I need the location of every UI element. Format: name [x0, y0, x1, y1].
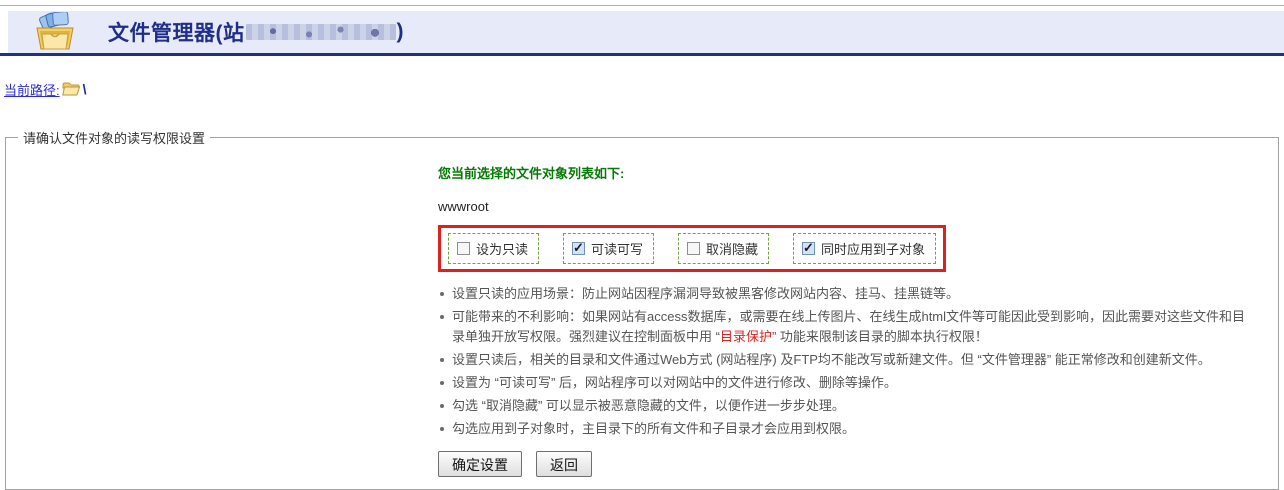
note-text: 勾选 “取消隐藏” 可以显示被恶意隐藏的文件，以便作进一步步处理。: [452, 398, 845, 413]
permission-panel: 请确认文件对象的读写权限设置 您当前选择的文件对象列表如下: wwwroot 设…: [5, 128, 1279, 490]
page-title-prefix: 文件管理器(站: [108, 17, 245, 47]
panel-legend: 请确认文件对象的读写权限设置: [18, 128, 210, 147]
page-title: 文件管理器(站 ): [108, 17, 404, 47]
button-row: 确定设置 返回: [438, 451, 1268, 477]
readwrite-checkbox[interactable]: [572, 242, 585, 255]
selected-object-name: wwwroot: [438, 199, 1268, 214]
readonly-label: 设为只读: [476, 239, 528, 258]
selected-objects-heading: 您当前选择的文件对象列表如下:: [438, 163, 1268, 182]
permission-options-box: 设为只读 可读可写 取消隐藏 同时应用到子对象: [438, 225, 946, 272]
permission-option-readonly: 设为只读: [448, 233, 539, 264]
readwrite-label: 可读可写: [591, 239, 643, 258]
site-id-redacted-block: [246, 24, 396, 40]
header-bar: 文件管理器(站 ): [0, 11, 1284, 56]
note-text: 设置只读后，相关的目录和文件通过Web方式 (网站程序) 及FTP均不能改写或新…: [452, 352, 1211, 367]
current-path-label: 当前路径:: [4, 80, 60, 99]
confirm-settings-button[interactable]: 确定设置: [438, 451, 522, 477]
note-item: 可能带来的不利影响：如果网站有access数据库，或需要在线上传图片、在线生成h…: [438, 307, 1253, 347]
current-path-value[interactable]: \: [83, 81, 87, 97]
permission-option-readwrite: 可读可写: [563, 233, 654, 264]
unhide-checkbox[interactable]: [687, 242, 700, 255]
note-text: 设置为 “可读可写” 后，网站程序可以对网站中的文件进行修改、删除等操作。: [452, 375, 897, 390]
note-text: 设置只读的应用场景：防止网站因程序漏洞导致被黑客修改网站内容、挂马、挂黑链等。: [452, 286, 959, 301]
permission-option-apply-children: 同时应用到子对象: [793, 233, 936, 264]
page-title-suffix: ): [397, 20, 405, 44]
page: { "header": { "title_prefix": "文件管理器(站",…: [0, 0, 1284, 445]
unhide-label: 取消隐藏: [706, 239, 758, 258]
note-item: 勾选应用到子对象时，主目录下的所有文件和子目录才会应用到权限。: [438, 419, 1253, 439]
note-item: 设置只读的应用场景：防止网站因程序漏洞导致被黑客修改网站内容、挂马、挂黑链等。: [438, 284, 1253, 304]
notes-list: 设置只读的应用场景：防止网站因程序漏洞导致被黑客修改网站内容、挂马、挂黑链等。 …: [438, 284, 1253, 439]
open-folder-icon[interactable]: [62, 82, 80, 96]
header-inner: 文件管理器(站 ): [8, 11, 1284, 53]
directory-protection-highlight: 目录保护: [720, 329, 772, 344]
readonly-checkbox[interactable]: [457, 242, 470, 255]
note-item: 设置为 “可读可写” 后，网站程序可以对网站中的文件进行修改、删除等操作。: [438, 373, 1253, 393]
back-button[interactable]: 返回: [536, 451, 592, 477]
panel-content: 您当前选择的文件对象列表如下: wwwroot 设为只读 可读可写 取消隐藏 同…: [438, 163, 1268, 477]
note-text: 勾选应用到子对象时，主目录下的所有文件和子目录才会应用到权限。: [452, 421, 855, 436]
note-item: 设置只读后，相关的目录和文件通过Web方式 (网站程序) 及FTP均不能改写或新…: [438, 350, 1253, 370]
apply-children-checkbox[interactable]: [802, 242, 815, 255]
current-path-bar: 当前路径: \: [4, 80, 1284, 98]
permission-option-unhide: 取消隐藏: [678, 233, 769, 264]
file-manager-box-icon: [32, 12, 78, 52]
note-text: ” 功能来限制该目录的脚本执行权限！: [772, 329, 988, 344]
apply-children-label: 同时应用到子对象: [821, 239, 925, 258]
note-item: 勾选 “取消隐藏” 可以显示被恶意隐藏的文件，以便作进一步步处理。: [438, 396, 1253, 416]
